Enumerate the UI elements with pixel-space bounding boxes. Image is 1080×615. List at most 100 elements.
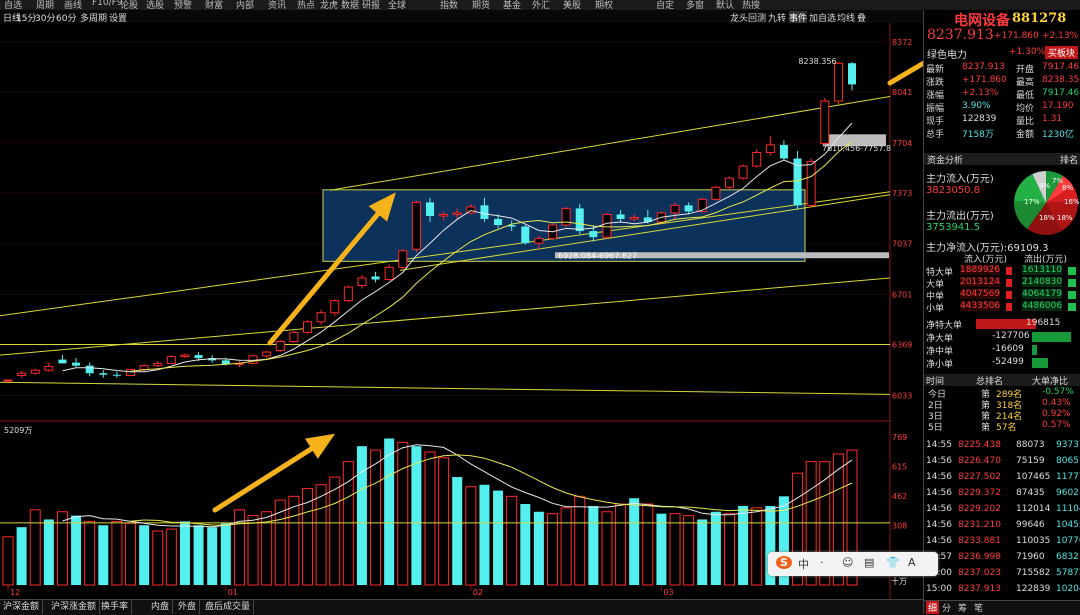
tick-cell: 8237.913 bbox=[958, 584, 1001, 594]
volume-bar bbox=[29, 509, 41, 586]
candle bbox=[343, 285, 353, 303]
indicator-tab[interactable]: 沪深金额 bbox=[0, 600, 44, 614]
net-table: 净特大单 196815 净大单 -127706 净中单 -16609 净小单 -52499 bbox=[924, 318, 1080, 374]
stat-row: 涨幅 +2.13% 最低 7917.461 bbox=[926, 88, 1080, 101]
volume-bar bbox=[356, 446, 367, 585]
volume-bar bbox=[615, 503, 627, 586]
ai-icon[interactable]: A bbox=[908, 556, 916, 569]
panel-foot-tab[interactable]: 笔 bbox=[974, 601, 983, 614]
rank-head-cell: 大单净比 bbox=[1032, 377, 1069, 387]
sogou-logo-icon[interactable]: S bbox=[776, 556, 792, 569]
punctuation-icon[interactable]: · bbox=[820, 556, 824, 569]
inflow-label: 主力流入(万元) bbox=[926, 174, 994, 185]
volume-bar bbox=[84, 520, 96, 586]
volume-bar bbox=[438, 457, 450, 586]
rank-row: 5日 第 57名 0.57% bbox=[926, 420, 1079, 433]
volume-tick: 462 bbox=[892, 492, 907, 501]
tick-cell: 11104 bbox=[1056, 504, 1080, 514]
skin-icon[interactable]: 👕 bbox=[886, 556, 900, 569]
volume-bar bbox=[723, 513, 735, 586]
rank-cell: 5日 bbox=[928, 423, 943, 433]
flow-in: 2013124 bbox=[960, 277, 1001, 287]
volume-bar bbox=[152, 530, 164, 586]
flow-out-bar bbox=[1068, 279, 1076, 287]
stat-cell: 1230亿 bbox=[1042, 130, 1074, 140]
stat-cell: 均价 bbox=[1016, 104, 1035, 114]
kline-chart[interactable]: 8372 8041 7704 7373 7037 6701 6369 6033 769 615 46… bbox=[0, 23, 923, 608]
buy-sector-button[interactable]: 买板块 bbox=[1045, 46, 1079, 59]
volume-unit: 十万 bbox=[891, 576, 907, 586]
panel-foot-tab[interactable]: 分 bbox=[942, 601, 951, 614]
volume-bar bbox=[165, 528, 177, 586]
indicator-tab[interactable]: 盘后成交量 bbox=[202, 600, 255, 614]
tick-cell: 10776 bbox=[1056, 536, 1080, 546]
emoji-icon[interactable]: ☺ bbox=[842, 556, 853, 569]
chinese-mode-icon[interactable]: 中 bbox=[798, 556, 809, 572]
volume-bar bbox=[71, 515, 82, 585]
rank-button[interactable]: 排名 bbox=[1060, 153, 1078, 166]
volume-bar bbox=[629, 498, 640, 585]
stat-cell: 振幅 bbox=[926, 104, 945, 114]
range-label: 6928.084-6967.827 bbox=[558, 252, 637, 261]
flow-type: 小单 bbox=[926, 304, 945, 314]
menu-item[interactable]: F10/F9 bbox=[92, 0, 123, 8]
rank-cell: 57名 bbox=[996, 423, 1017, 433]
tick-cell: 8226.470 bbox=[958, 456, 1001, 466]
pie-label: 16% bbox=[1064, 198, 1080, 206]
stat-cell: 最新 bbox=[926, 65, 945, 75]
flow-out-bar bbox=[1068, 303, 1076, 311]
panel-foot-tabs: 细分筹笔 bbox=[924, 600, 1080, 615]
pie-label: 18% bbox=[1057, 214, 1073, 222]
volume-bar bbox=[683, 515, 695, 586]
volume-bar bbox=[329, 476, 341, 586]
stat-cell: 3.90% bbox=[962, 101, 991, 111]
volume-bar bbox=[697, 519, 708, 585]
tick-cell: 10204 bbox=[1056, 584, 1080, 594]
panel-foot-tab[interactable]: 筹 bbox=[958, 601, 967, 614]
x-tick: 03 bbox=[663, 588, 673, 597]
net-value: -16609 bbox=[992, 344, 1024, 354]
sector-pct: +1.30% bbox=[1009, 47, 1046, 57]
volume-bar bbox=[642, 503, 654, 586]
pie-label: 17% bbox=[1024, 198, 1040, 206]
tick-list: 14:55 8225.438 88073 9373 14:56 8226.470 75159… bbox=[924, 436, 1080, 604]
flow-table: 流入(万元) 流出(万元) 特大单 1889926 1613110 大单 2013124 21… bbox=[924, 252, 1080, 316]
tick-row: 14:56 8229.202 112014 11104 bbox=[926, 504, 1080, 516]
panel-foot-tab[interactable]: 细 bbox=[926, 601, 940, 614]
indicator-tab[interactable]: 外盘 bbox=[175, 600, 201, 614]
tick-cell: 11777 bbox=[1056, 472, 1080, 482]
stat-cell: +2.13% bbox=[962, 88, 999, 98]
tick-cell: 8237.023 bbox=[958, 568, 1001, 578]
rank-cell: 0.43% bbox=[1042, 398, 1071, 408]
volume-bar bbox=[139, 525, 150, 585]
candle bbox=[3, 379, 13, 382]
net-type: 净中单 bbox=[926, 347, 954, 357]
sector-name: 绿色电力 bbox=[927, 50, 967, 61]
indicator-tab-bar: 沪深金额 沪深涨金额 换手率 内盘 外盘 盘后成交量 bbox=[0, 599, 923, 615]
candle bbox=[302, 320, 312, 334]
volume-bar bbox=[193, 525, 204, 585]
stat-cell: 最高 bbox=[1016, 78, 1035, 88]
sector-line: 绿色电力 +1.30% 买板块 bbox=[924, 46, 1080, 61]
indicator-tab[interactable]: 内盘 bbox=[148, 600, 174, 614]
net-bar bbox=[1032, 345, 1038, 355]
consolidation-box bbox=[322, 189, 806, 262]
tick-row: 15:00 8237.913 122839 10204 bbox=[926, 584, 1080, 596]
tick-cell: 8229.372 bbox=[958, 488, 1001, 498]
floating-ime-toolbar[interactable]: S 中 · ☺ ▤ 👕 A bbox=[768, 552, 938, 576]
indicator-tab[interactable]: 换手率 bbox=[98, 600, 133, 614]
indicator-tab[interactable]: 沪深涨金额 bbox=[48, 600, 101, 614]
volume-bar bbox=[738, 505, 749, 585]
candle bbox=[289, 330, 299, 343]
net-type: 净小单 bbox=[926, 360, 954, 370]
volume-bar bbox=[560, 507, 572, 586]
volume-bar bbox=[656, 513, 667, 585]
flow-in-bar bbox=[1006, 279, 1012, 287]
keyboard-icon[interactable]: ▤ bbox=[864, 556, 874, 569]
volume-bar bbox=[493, 490, 504, 585]
stat-cell: 8238.356 bbox=[1042, 75, 1080, 85]
tick-cell: 112014 bbox=[1016, 504, 1051, 514]
flow-out-bar bbox=[1068, 267, 1076, 275]
candle bbox=[275, 339, 285, 353]
candle bbox=[820, 98, 830, 147]
